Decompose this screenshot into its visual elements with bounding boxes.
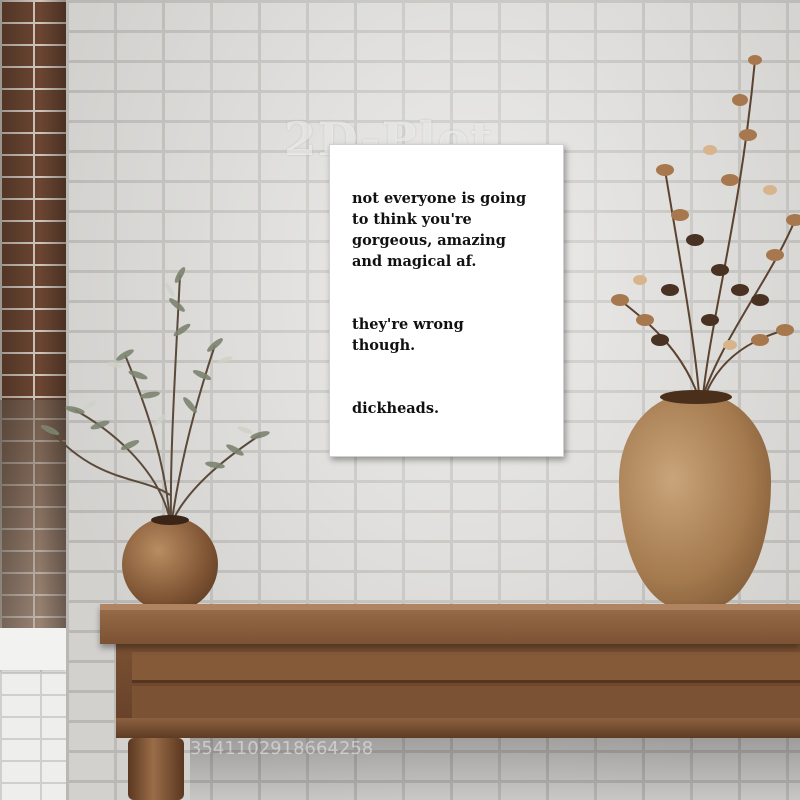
poster-paragraph-1: not everyone is going to think you're go… — [352, 190, 527, 270]
olive-plant — [40, 267, 270, 521]
table-rail — [116, 718, 800, 738]
dried-branches — [611, 55, 800, 406]
round-vase-opening — [151, 515, 189, 525]
framed-poster: not everyone is going to think you're go… — [329, 144, 564, 457]
mockup-scene: 2D-Plot not everyone is going to think y… — [0, 0, 800, 800]
watermark-code: 3541102918664258 — [190, 738, 374, 759]
table-board-lower — [132, 686, 800, 721]
table-leg — [128, 738, 184, 800]
tall-vase-opening — [660, 390, 732, 404]
table-top — [100, 604, 800, 644]
white-ledge — [0, 628, 66, 670]
poster-paragraph-2: they're wrong though. — [352, 316, 464, 354]
poster-quote: not everyone is going to think you're go… — [352, 167, 552, 461]
round-wood-vase — [122, 517, 218, 612]
table-board-upper — [132, 652, 800, 683]
poster-paragraph-3: dickheads. — [352, 400, 440, 417]
tall-wood-vase — [619, 393, 771, 609]
